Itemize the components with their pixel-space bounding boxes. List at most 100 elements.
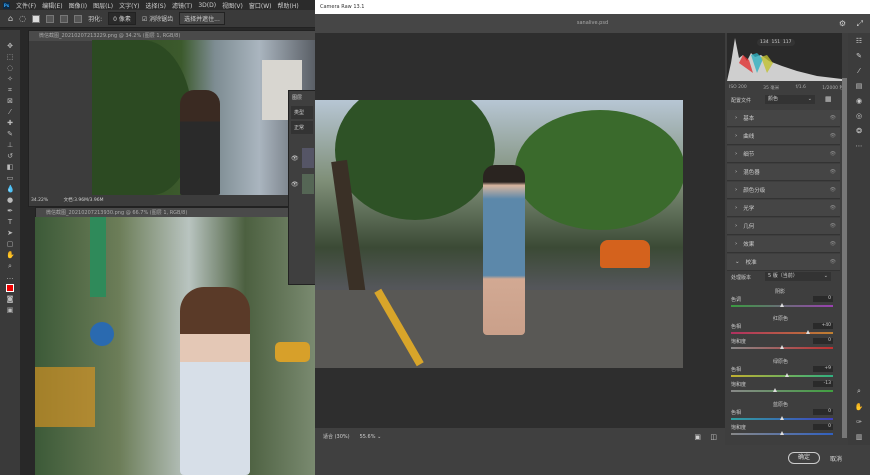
cancel-button[interactable]: 取消	[830, 454, 842, 463]
shadows-tint-slider[interactable]	[731, 303, 833, 307]
antialias-checkbox[interactable]: ☑ 消除锯齿	[142, 14, 173, 23]
move-tool-icon[interactable]: ✥	[6, 42, 14, 50]
zoom-fit-button[interactable]: 适合 (30%)	[323, 433, 350, 440]
feather-input[interactable]: 0 像素	[108, 12, 136, 25]
intersect-selection-button[interactable]	[74, 14, 83, 23]
eyedropper-icon[interactable]: ⁄	[6, 108, 14, 116]
section-curve[interactable]: › 曲线 👁	[727, 128, 840, 145]
zoom-icon[interactable]: ⌕	[857, 387, 861, 396]
menu-file[interactable]: 文件(F)	[16, 1, 36, 10]
add-selection-button[interactable]	[46, 14, 55, 23]
blue-sat-slider[interactable]	[731, 431, 833, 435]
profile-select[interactable]: 颜色 ⌄	[765, 95, 815, 104]
green-sat-value[interactable]: -13	[813, 381, 833, 387]
red-sat-value[interactable]: 0	[813, 338, 833, 344]
slider-thumb[interactable]	[780, 431, 784, 435]
magic-wand-icon[interactable]: ✧	[6, 75, 14, 83]
dodge-tool-icon[interactable]: ●	[6, 196, 14, 204]
slider-thumb[interactable]	[805, 330, 810, 334]
section-mixer[interactable]: › 混色器 👁	[727, 164, 840, 181]
layer-filter[interactable]: 类型	[291, 106, 313, 119]
section-color-grading[interactable]: › 颜色分级 👁	[727, 182, 840, 199]
menu-filter[interactable]: 滤镜(T)	[172, 1, 192, 10]
edit-toolbar-icon[interactable]: …	[6, 273, 14, 281]
red-hue-value[interactable]: +40	[813, 323, 833, 329]
grid-icon[interactable]: ▥	[856, 433, 863, 441]
visibility-eye-icon[interactable]: 👁	[291, 155, 299, 162]
more-icon[interactable]: ⋯	[856, 142, 863, 150]
shadows-tint-value[interactable]: 0	[813, 296, 833, 302]
blur-tool-icon[interactable]: 💧	[6, 185, 15, 193]
crop-tool-icon[interactable]: ⌗	[6, 86, 14, 94]
slider-thumb[interactable]	[780, 416, 784, 420]
slider-thumb[interactable]	[772, 388, 777, 392]
compare-view-icon[interactable]: ◫	[710, 433, 717, 441]
eraser-icon[interactable]: ◧	[6, 163, 14, 171]
healing-brush-icon[interactable]: ✚	[6, 119, 14, 127]
adjustment-brush-icon[interactable]: ⁄	[858, 67, 859, 75]
slider-thumb[interactable]	[780, 303, 784, 307]
edit-sliders-icon[interactable]: ☷	[856, 37, 862, 45]
layers-tab[interactable]: 图层	[289, 91, 315, 104]
path-select-icon[interactable]: ➤	[6, 229, 14, 237]
section-effects[interactable]: › 效果 👁	[727, 236, 840, 253]
gradient-tool-icon[interactable]: ▭	[6, 174, 14, 182]
graduated-filter-icon[interactable]: ▤	[856, 82, 863, 90]
frame-tool-icon[interactable]: ⊠	[6, 97, 14, 105]
screen-mode-icon[interactable]: ▣	[6, 306, 14, 314]
color-swatches-icon[interactable]	[6, 284, 14, 292]
menu-layer[interactable]: 图层(L)	[93, 1, 113, 10]
green-hue-value[interactable]: +9	[813, 366, 833, 372]
green-hue-slider[interactable]	[731, 373, 833, 377]
stamp-tool-icon[interactable]: ⊥	[6, 141, 14, 149]
presets-icon[interactable]: ❂	[856, 127, 862, 135]
menu-window[interactable]: 窗口(W)	[249, 1, 272, 10]
menu-help[interactable]: 帮助(H)	[278, 1, 299, 10]
panel-scrollbar[interactable]	[842, 78, 847, 438]
healing-icon[interactable]: ✎	[856, 52, 862, 60]
blue-hue-slider[interactable]	[731, 416, 833, 420]
color-sampler-icon[interactable]: ✑	[856, 418, 862, 426]
settings-gear-icon[interactable]: ⚙	[839, 14, 846, 33]
before-after-icon[interactable]: ▣	[694, 433, 701, 441]
select-and-mask-button[interactable]: 选择并遮住...	[179, 12, 225, 25]
hand-icon[interactable]: ✋	[855, 403, 864, 411]
section-detail[interactable]: › 细节 👁	[727, 146, 840, 163]
process-select[interactable]: 5 版（当前） ⌄	[765, 272, 831, 281]
profile-browser-icon[interactable]: ▦	[825, 95, 832, 103]
blend-mode-select[interactable]: 正常	[291, 121, 313, 134]
menu-select[interactable]: 选择(S)	[145, 1, 166, 10]
zoom-tool-icon[interactable]: ⌕	[6, 262, 14, 270]
menu-3d[interactable]: 3D(D)	[198, 2, 216, 9]
fullscreen-icon[interactable]: ⤢	[857, 14, 863, 33]
subtract-selection-button[interactable]	[60, 14, 69, 23]
zoom-select[interactable]: 55.6% ⌄	[360, 434, 382, 440]
slider-thumb[interactable]	[785, 373, 790, 377]
rectangle-tool-icon[interactable]: ▢	[6, 240, 14, 248]
section-optics[interactable]: › 光学 👁	[727, 200, 840, 217]
new-selection-button[interactable]	[32, 14, 41, 23]
lasso-icon[interactable]: ◌	[19, 14, 26, 23]
home-icon[interactable]: ⌂	[8, 14, 13, 23]
lasso-tool-icon[interactable]: ◌	[6, 64, 14, 72]
red-eye-icon[interactable]: ◎	[856, 112, 862, 120]
menu-type[interactable]: 文字(Y)	[119, 1, 139, 10]
section-basic[interactable]: › 基本 👁	[727, 110, 840, 127]
brush-tool-icon[interactable]: ✎	[6, 130, 14, 138]
menu-edit[interactable]: 编辑(E)	[42, 1, 62, 10]
menu-image[interactable]: 图像(I)	[69, 1, 87, 10]
pen-tool-icon[interactable]: ✒	[6, 207, 14, 215]
layer-row[interactable]: 👁	[289, 174, 315, 194]
blue-hue-value[interactable]: 0	[813, 409, 833, 415]
blue-sat-value[interactable]: 0	[813, 424, 833, 430]
section-geometry[interactable]: › 几何 👁	[727, 218, 840, 235]
green-sat-slider[interactable]	[731, 388, 833, 392]
hand-tool-icon[interactable]: ✋	[6, 251, 15, 259]
visibility-eye-icon[interactable]: 👁	[291, 181, 299, 188]
slider-thumb[interactable]	[780, 345, 784, 349]
quick-mask-icon[interactable]: ◙	[6, 295, 14, 303]
type-tool-icon[interactable]: T	[6, 218, 14, 226]
marquee-tool-icon[interactable]: ⬚	[6, 53, 14, 61]
ok-button[interactable]: 确定	[788, 452, 820, 464]
radial-filter-icon[interactable]: ◉	[856, 97, 862, 105]
